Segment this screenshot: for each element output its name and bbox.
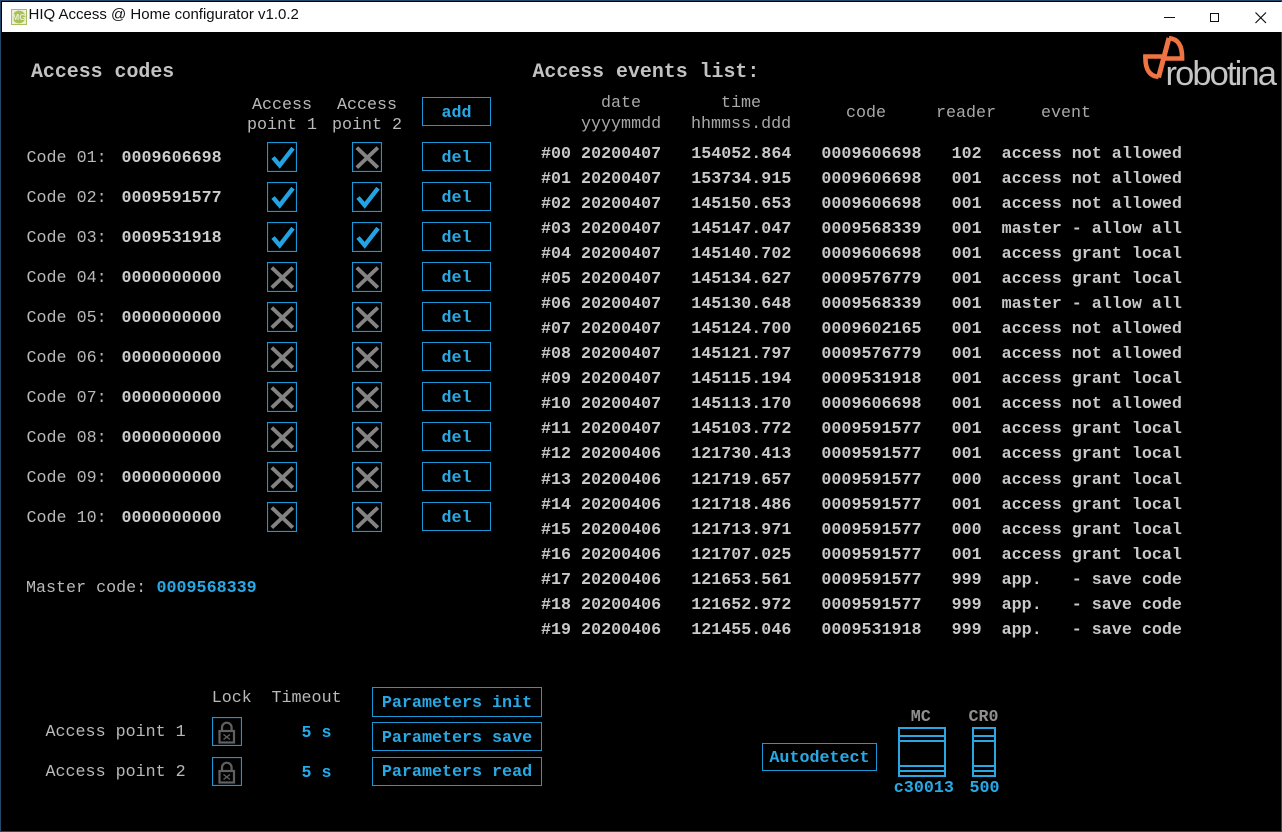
svg-text:MG: MG <box>12 12 26 22</box>
